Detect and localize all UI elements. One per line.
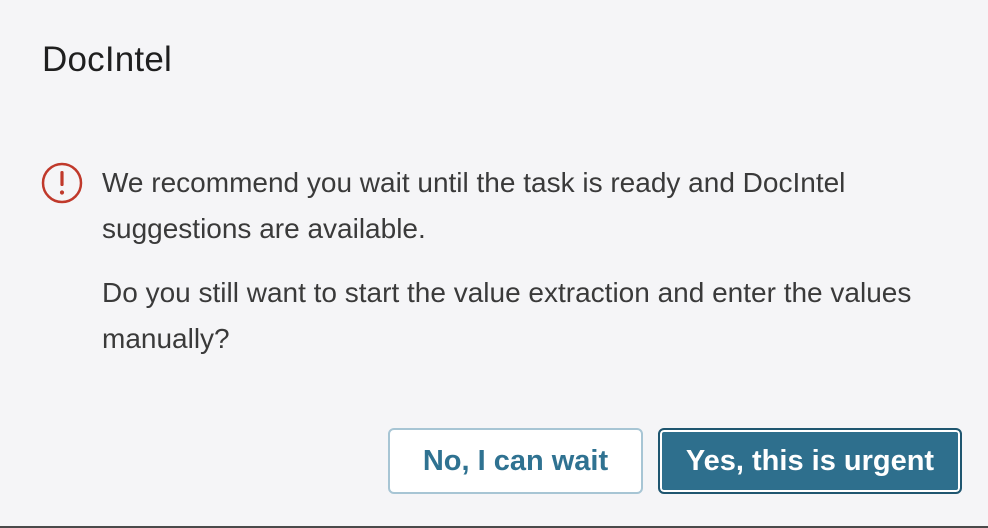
question-text: Do you still want to start the value ext…: [102, 277, 912, 354]
wait-button[interactable]: No, I can wait: [388, 428, 643, 494]
warning-exclamation-icon: [41, 162, 83, 204]
dialog-title: DocIntel: [42, 40, 172, 79]
confirmation-dialog: DocIntel We recommend you wait until the…: [0, 0, 988, 528]
dialog-message: We recommend you wait until the task is …: [102, 160, 942, 362]
recommendation-text: We recommend you wait until the task is …: [102, 167, 846, 244]
urgent-button[interactable]: Yes, this is urgent: [658, 428, 962, 494]
